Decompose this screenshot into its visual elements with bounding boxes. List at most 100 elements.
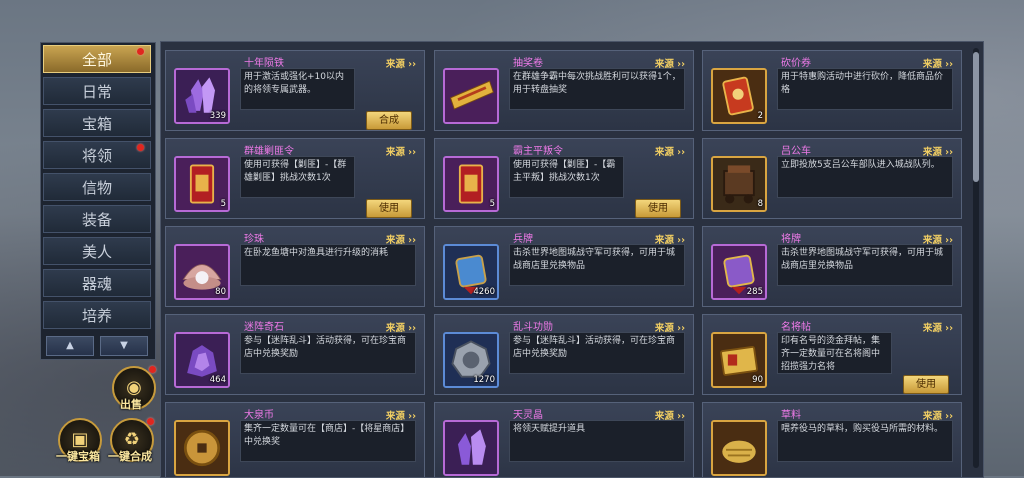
source-link[interactable]: 来源 ›› (386, 56, 416, 70)
item-description: 喂养役马的草料，购买役马所需的材料。 (777, 420, 953, 462)
item-name: 群雄剿匪令 (244, 146, 294, 157)
item-description: 在群雄争霸中每次挑战胜利可以获得1个，用于转盘抽奖 (509, 68, 685, 110)
item-card-discount-coupon[interactable]: 砍价券 来源 ›› 2 用于特惠购活动中进行砍价，降低商品价格 (702, 50, 962, 131)
item-name: 迷阵奇石 (244, 322, 284, 333)
item-quantity: 5 (489, 199, 495, 209)
item-name: 砍价券 (781, 58, 811, 69)
soldier-badge-icon: 4260 (443, 244, 499, 300)
chevron-up-icon: ▲ (66, 340, 74, 351)
item-card-general-badge[interactable]: 将牌 来源 ›› 285 击杀世界地图城战守军可获得，可用于城战商店里兑换物品 (702, 226, 962, 307)
item-description: 立即投放5支吕公车部队进入城战队列。 (777, 156, 953, 198)
item-quantity: 90 (752, 375, 763, 385)
token-icon: 5 (443, 156, 499, 212)
item-description: 在卧龙鱼塘中对渔具进行升级的消耗 (240, 244, 416, 286)
chest-icon: ▣ (71, 429, 89, 450)
item-description: 使用可获得【剿匪】-【群雄剿匪】挑战次数1次 (240, 156, 355, 198)
invitation-icon: 90 (711, 332, 767, 388)
item-description: 击杀世界地图城战守军可获得，可用于城战商店里兑换物品 (509, 244, 685, 286)
item-name: 草料 (781, 410, 801, 421)
open-all-chests-label: 一键宝箱 (56, 450, 100, 463)
source-link[interactable]: 来源 ›› (386, 144, 416, 158)
notification-dot (137, 48, 144, 55)
item-card-bandit-token[interactable]: 群雄剿匪令 来源 ›› 5 使用可获得【剿匪】-【群雄剿匪】挑战次数1次 使用 (165, 138, 425, 219)
item-quantity: 464 (209, 375, 226, 385)
stone-icon: 464 (174, 332, 230, 388)
pearl-icon: 80 (174, 244, 230, 300)
item-description: 印有名号的烫金拜帖，集齐一定数量可在名将阁中招揽强力名将 (777, 332, 892, 374)
coupon-icon: 2 (711, 68, 767, 124)
item-quantity: 5 (220, 199, 226, 209)
item-name: 大泉币 (244, 410, 274, 421)
crystal-icon: 339 (174, 68, 230, 124)
scroll-down-button[interactable]: ▼ (100, 336, 148, 356)
siege-cart-icon: 8 (711, 156, 767, 212)
use-button[interactable]: 使用 (903, 375, 949, 394)
item-card-rebellion-token[interactable]: 霸主平叛令 来源 ›› 5 使用可获得【剿匪】-【霸主平叛】挑战次数1次 使用 (434, 138, 694, 219)
item-card-lottery-ticket[interactable]: 抽奖卷 来源 ›› 在群雄争霸中每次挑战胜利可以获得1个，用于转盘抽奖 (434, 50, 694, 131)
item-description: 集齐一定数量可在【商店】-【将星商店】中兑换奖 (240, 420, 416, 462)
notification-dot (137, 144, 144, 151)
category-training[interactable]: 培养 (43, 301, 151, 329)
scroll-up-button[interactable]: ▲ (46, 336, 94, 356)
coins-icon: ◉ (126, 377, 142, 398)
item-name: 天灵晶 (513, 410, 543, 421)
category-equipment[interactable]: 装备 (43, 205, 151, 233)
category-tokens[interactable]: 信物 (43, 173, 151, 201)
notification-dot (149, 366, 156, 373)
use-button[interactable]: 使用 (366, 199, 412, 218)
item-description: 参与【迷阵乱斗】活动获得，可在珍宝商店中兑换奖励 (509, 332, 685, 374)
item-quantity: 339 (209, 111, 226, 121)
item-card-soldier-badge[interactable]: 兵牌 来源 ›› 4260 击杀世界地图城战守军可获得，可用于城战商店里兑换物品 (434, 226, 694, 307)
item-card-hay[interactable]: 草料 来源 ›› 喂养役马的草料，购买役马所需的材料。 (702, 402, 962, 477)
sell-label: 出售 (120, 398, 142, 411)
scrollbar-thumb[interactable] (973, 52, 979, 182)
notification-dot (147, 418, 154, 425)
item-quantity: 4260 (473, 287, 495, 297)
item-description: 击杀世界地图城战守军可获得，可用于城战商店里兑换物品 (777, 244, 953, 286)
item-card-pearl[interactable]: 珍珠 来源 ›› 80 在卧龙鱼塘中对渔具进行升级的消耗 (165, 226, 425, 307)
item-quantity: 8 (757, 199, 763, 209)
category-generals[interactable]: 将领 (43, 141, 151, 169)
category-daily[interactable]: 日常 (43, 77, 151, 105)
combine-button[interactable]: 合成 (366, 111, 412, 130)
item-quantity: 1270 (473, 375, 495, 385)
item-name: 珍珠 (244, 234, 264, 245)
item-description: 用于激活或强化+10以内的将领专属武器。 (240, 68, 355, 110)
item-quantity: 285 (746, 287, 763, 297)
category-all[interactable]: 全部 (43, 45, 151, 73)
lottery-ticket-icon (443, 68, 499, 124)
item-name: 兵牌 (513, 234, 533, 245)
category-artifact-souls[interactable]: 器魂 (43, 269, 151, 297)
item-card-general-invitation[interactable]: 名将帖 来源 ›› 90 印有名号的烫金拜帖，集齐一定数量可在名将阁中招揽强力名… (702, 314, 962, 395)
item-description: 将领天赋提升道具 (509, 420, 685, 462)
item-card-grand-coin[interactable]: 大泉币 来源 ›› 集齐一定数量可在【商店】-【将星商店】中兑换奖 (165, 402, 425, 477)
item-grid: 十年陨铁 来源 ›› 339 用于激活或强化+10以内的将领专属武器。 合成 抽… (160, 41, 984, 478)
item-description: 参与【迷阵乱斗】活动获得，可在珍宝商店中兑换奖励 (240, 332, 416, 374)
category-chests[interactable]: 宝箱 (43, 109, 151, 137)
source-link[interactable]: 来源 ›› (923, 320, 953, 334)
item-quantity: 2 (757, 111, 763, 121)
source-link[interactable]: 来源 ›› (655, 144, 685, 158)
item-description: 用于特惠购活动中进行砍价，降低商品价格 (777, 68, 953, 110)
item-name: 十年陨铁 (244, 58, 284, 69)
item-name: 将牌 (781, 234, 801, 245)
item-card-maze-stone[interactable]: 迷阵奇石 来源 ›› 464 参与【迷阵乱斗】活动获得，可在珍宝商店中兑换奖励 (165, 314, 425, 395)
item-card-spirit-crystal[interactable]: 天灵晶 来源 ›› 将领天赋提升道具 (434, 402, 694, 477)
item-name: 吕公车 (781, 146, 811, 157)
item-name: 名将帖 (781, 322, 811, 333)
item-card-battle-merit[interactable]: 乱斗功勋 来源 ›› 1270 参与【迷阵乱斗】活动获得，可在珍宝商店中兑换奖励 (434, 314, 694, 395)
item-card-siege-cart[interactable]: 吕公车 来源 ›› 8 立即投放5支吕公车部队进入城战队列。 (702, 138, 962, 219)
category-beauties[interactable]: 美人 (43, 237, 151, 265)
medal-icon: 1270 (443, 332, 499, 388)
item-card-meteor-iron[interactable]: 十年陨铁 来源 ›› 339 用于激活或强化+10以内的将领专属武器。 合成 (165, 50, 425, 131)
item-quantity: 80 (215, 287, 226, 297)
item-name: 抽奖卷 (513, 58, 543, 69)
token-icon: 5 (174, 156, 230, 212)
combine-icon: ♻ (123, 429, 141, 450)
item-description: 使用可获得【剿匪】-【霸主平叛】挑战次数1次 (509, 156, 624, 198)
hay-icon (711, 420, 767, 476)
use-button[interactable]: 使用 (635, 199, 681, 218)
general-badge-icon: 285 (711, 244, 767, 300)
combine-all-label: 一键合成 (108, 450, 152, 463)
item-name: 霸主平叛令 (513, 146, 563, 157)
